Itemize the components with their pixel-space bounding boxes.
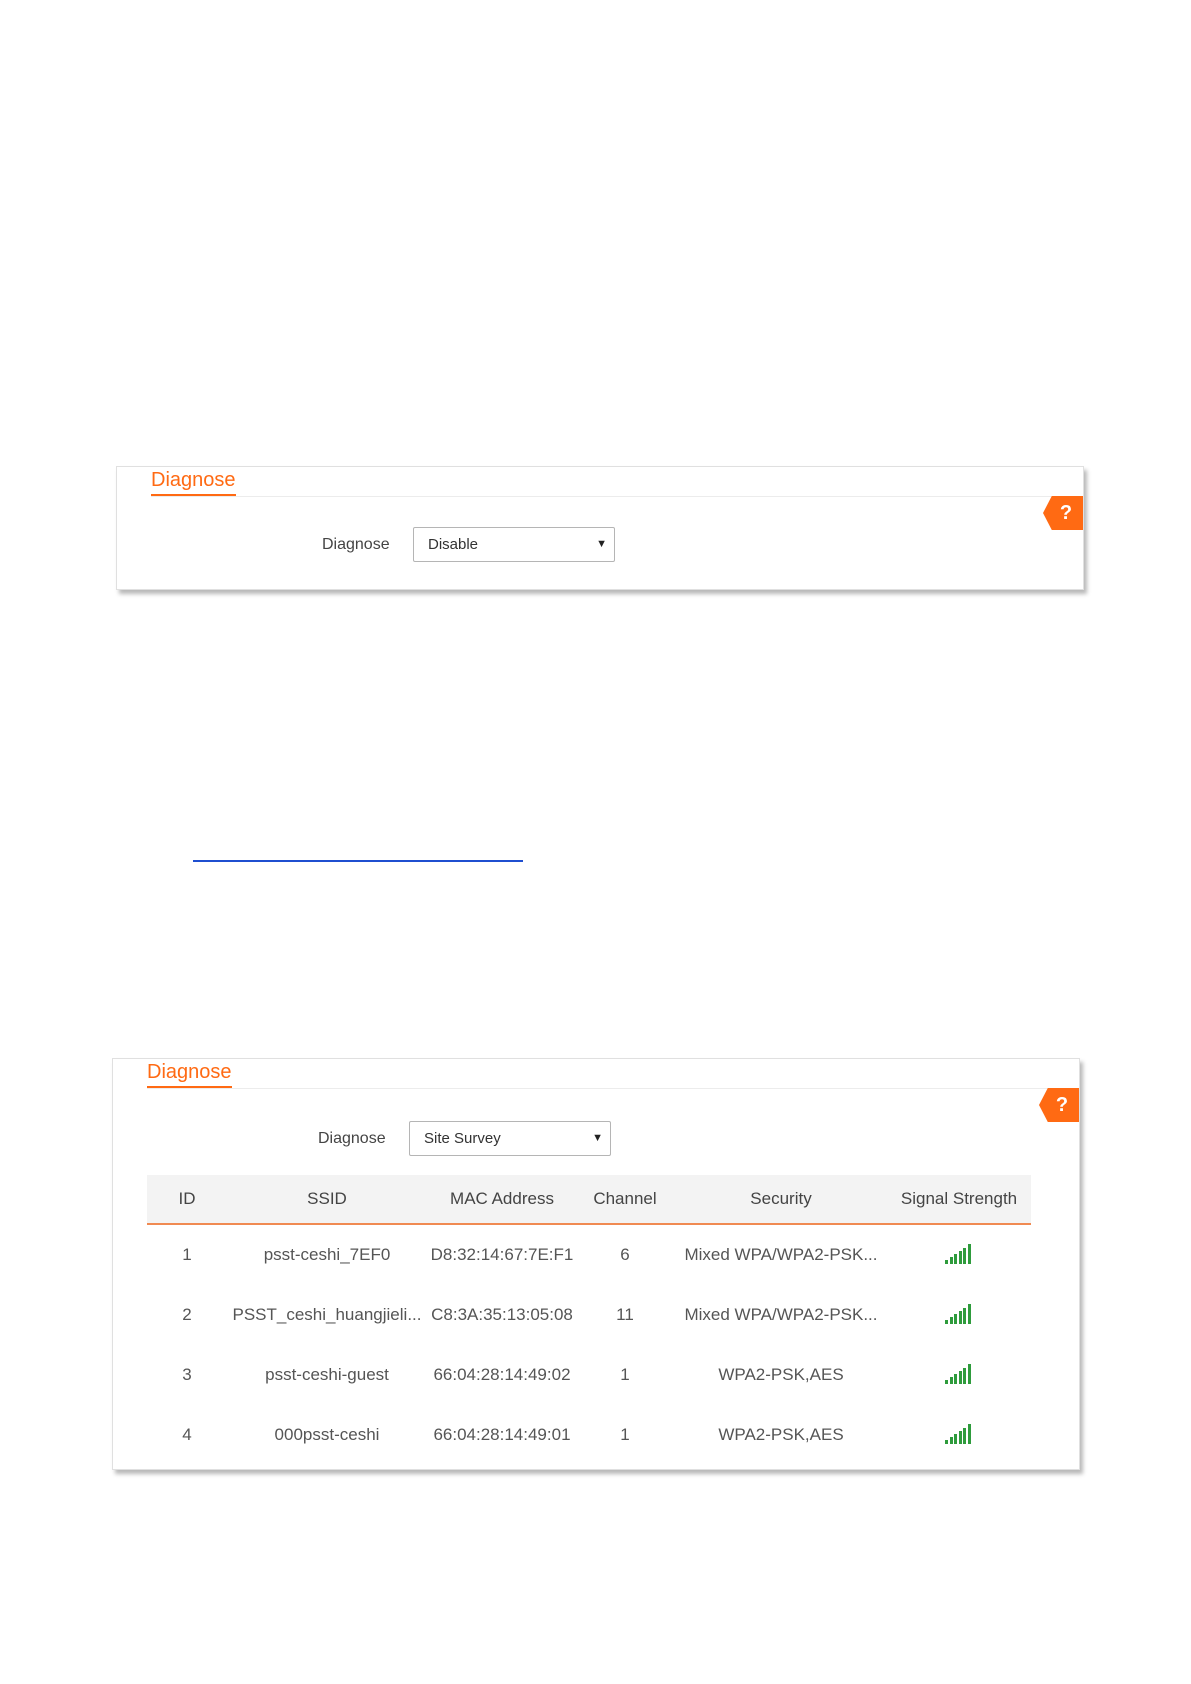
cell-ssid: psst-ceshi-guest — [265, 1365, 389, 1384]
cell-id: 4 — [182, 1425, 192, 1444]
signal-bar — [949, 1316, 953, 1324]
header-mac-address: MAC Address — [450, 1189, 554, 1208]
panel-title: Diagnose — [151, 467, 236, 497]
diagnose-label: Diagnose — [322, 536, 390, 553]
signal-bar — [954, 1373, 957, 1384]
signal-bar — [967, 1363, 971, 1384]
signal-bar — [949, 1256, 953, 1264]
cell-mac: C8:3A:35:13:05:08 — [431, 1305, 573, 1324]
panel-title: Diagnose — [147, 1059, 232, 1089]
cell-signal — [887, 1225, 1031, 1285]
diagnose-select-value: Disable — [428, 536, 479, 553]
diagnose-label: Diagnose — [318, 1130, 386, 1147]
diagnose-select[interactable]: Site Survey ▼ — [409, 1121, 611, 1156]
title-divider — [151, 496, 1077, 497]
signal-bar — [963, 1247, 966, 1264]
signal-bar — [945, 1439, 948, 1444]
signal-bar — [954, 1313, 957, 1324]
signal-bar — [945, 1379, 948, 1384]
cell-mac: 66:04:28:14:49:02 — [433, 1365, 571, 1384]
cell-mac: D8:32:14:67:7E:F1 — [430, 1245, 574, 1264]
cell-ssid: PSST_ceshi_huangjieli... — [232, 1305, 422, 1324]
signal-strength-icon — [945, 1362, 973, 1384]
cell-channel: 6 — [620, 1245, 630, 1264]
diagnose-select[interactable]: Disable ▼ — [413, 527, 615, 562]
cell-security: Mixed WPA/WPA2-PSK... — [684, 1245, 878, 1264]
cell-mac: 66:04:28:14:49:01 — [433, 1425, 571, 1444]
cell-security: WPA2-PSK,AES — [718, 1425, 844, 1444]
cell-ssid: psst-ceshi_7EF0 — [263, 1245, 391, 1264]
header-security: Security — [750, 1189, 812, 1208]
cell-id: 3 — [182, 1365, 192, 1384]
diagnose-panel-disabled: Diagnose ? Diagnose Disable ▼ — [116, 466, 1084, 590]
signal-strength-icon — [945, 1422, 973, 1444]
help-icon[interactable]: ? — [1039, 1088, 1079, 1122]
header-id: ID — [178, 1189, 196, 1208]
chevron-down-icon: ▼ — [596, 538, 607, 550]
signal-strength-icon — [945, 1242, 973, 1264]
table-row[interactable]: 2 PSST_ceshi_huangjieli... C8:3A:35:13:0… — [147, 1285, 1031, 1345]
signal-bar — [958, 1370, 962, 1384]
cell-security: Mixed WPA/WPA2-PSK... — [684, 1305, 878, 1324]
signal-bar — [945, 1319, 948, 1324]
table-row[interactable]: 3 psst-ceshi-guest 66:04:28:14:49:02 1 W… — [147, 1345, 1031, 1405]
table-row[interactable]: 1 psst-ceshi_7EF0 D8:32:14:67:7E:F1 6 Mi… — [147, 1225, 1031, 1285]
cell-channel: 1 — [620, 1425, 630, 1444]
signal-bar — [954, 1433, 957, 1444]
signal-bar — [958, 1430, 962, 1444]
table-header: ID SSID MAC Address Channel Security Sig… — [147, 1175, 1031, 1225]
signal-bar — [949, 1376, 953, 1384]
site-survey-table: ID SSID MAC Address Channel Security Sig… — [147, 1175, 1031, 1465]
cell-signal — [887, 1345, 1031, 1405]
title-divider — [147, 1088, 1073, 1089]
signal-bar — [963, 1307, 966, 1324]
signal-bar — [963, 1427, 966, 1444]
help-icon[interactable]: ? — [1043, 496, 1083, 530]
cell-channel: 1 — [620, 1365, 630, 1384]
cell-signal — [887, 1285, 1031, 1345]
header-signal-strength: Signal Strength — [900, 1189, 1018, 1208]
header-channel: Channel — [593, 1189, 657, 1208]
signal-bar — [949, 1436, 953, 1444]
diagnose-select-value: Site Survey — [424, 1130, 501, 1147]
signal-bar — [967, 1423, 971, 1444]
cell-ssid: 000psst-ceshi — [274, 1425, 380, 1444]
signal-bar — [958, 1310, 962, 1324]
signal-bar — [958, 1250, 962, 1264]
header-ssid: SSID — [307, 1189, 347, 1208]
cell-id: 1 — [182, 1245, 192, 1264]
chevron-down-icon: ▼ — [592, 1132, 603, 1144]
cell-signal — [887, 1405, 1031, 1465]
link-underline[interactable] — [193, 860, 523, 862]
signal-bar — [963, 1367, 966, 1384]
cell-id: 2 — [182, 1305, 192, 1324]
signal-bar — [954, 1253, 957, 1264]
diagnose-panel-site-survey: Diagnose ? Diagnose Site Survey ▼ ID SSI… — [112, 1058, 1080, 1470]
signal-strength-icon — [945, 1302, 973, 1324]
cell-security: WPA2-PSK,AES — [718, 1365, 844, 1384]
signal-bar — [967, 1243, 971, 1264]
signal-bar — [945, 1259, 948, 1264]
cell-channel: 11 — [616, 1305, 634, 1324]
signal-bar — [967, 1303, 971, 1324]
table-row[interactable]: 4 000psst-ceshi 66:04:28:14:49:01 1 WPA2… — [147, 1405, 1031, 1465]
